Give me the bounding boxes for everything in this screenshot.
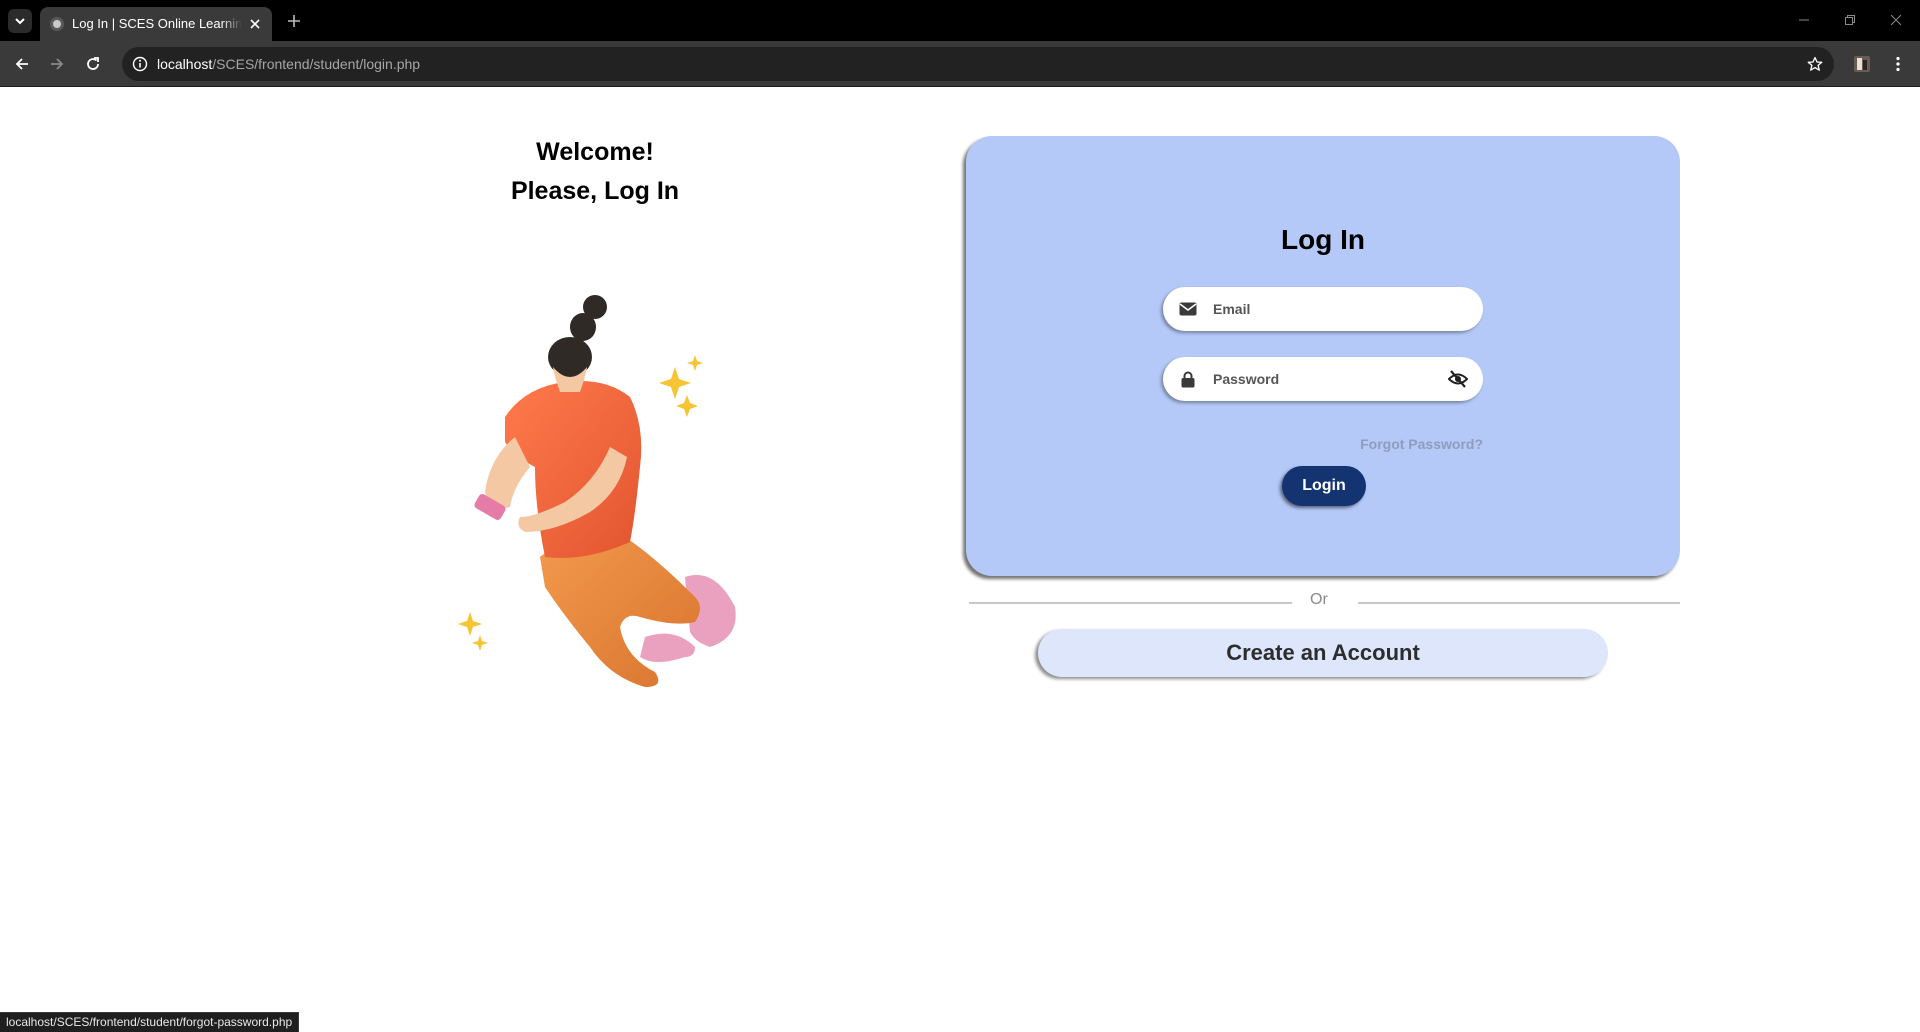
plus-icon — [288, 15, 300, 27]
minimize-icon — [1799, 19, 1809, 21]
arrow-left-icon — [15, 58, 28, 70]
envelope-icon — [1179, 300, 1197, 318]
browser-toolbar: localhost/SCES/frontend/student/login.ph… — [0, 41, 1920, 87]
window-close-button[interactable] — [1882, 8, 1910, 32]
link-status-bar: localhost/SCES/frontend/student/forgot-p… — [0, 1012, 300, 1032]
minimize-button[interactable] — [1790, 8, 1818, 32]
welcome-line-2: Please, Log In — [510, 177, 680, 205]
chevron-down-icon — [15, 18, 25, 25]
new-tab-button[interactable] — [282, 9, 306, 33]
login-card: Log In Forgot Password? Login — [966, 136, 1680, 576]
url-path: /SCES/frontend/student/login.php — [212, 56, 421, 72]
email-field[interactable] — [1163, 287, 1483, 331]
url-host: localhost — [157, 56, 213, 72]
divider-line-left — [969, 602, 1292, 604]
girl-with-phone-illustration — [458, 295, 736, 687]
login-card-title: Log In — [1281, 224, 1365, 255]
reload-button[interactable] — [80, 51, 106, 77]
divider-or-text: Or — [1310, 591, 1328, 608]
welcome-line-1: Welcome! — [536, 138, 654, 166]
profile-icon — [1854, 56, 1870, 72]
welcome-heading: Welcome! Please, Log In — [470, 133, 720, 211]
restore-button[interactable] — [1836, 8, 1864, 32]
site-info-icon[interactable] — [130, 54, 150, 74]
login-button[interactable]: Login — [1282, 466, 1366, 506]
eye-slash-icon[interactable] — [1447, 368, 1469, 390]
tab-close-button[interactable] — [246, 15, 264, 33]
reload-icon — [87, 57, 99, 70]
arrow-right-icon — [51, 58, 64, 70]
url-text[interactable]: localhost/SCES/frontend/student/login.ph… — [157, 55, 420, 73]
forgot-password-link[interactable]: Forgot Password? — [1360, 436, 1483, 452]
browser-tab-active[interactable]: Log In | SCES Online Learning Portal — [40, 7, 272, 41]
password-input[interactable] — [1213, 357, 1443, 401]
password-field[interactable] — [1163, 357, 1483, 401]
site-favicon-icon — [50, 17, 64, 31]
address-bar[interactable]: localhost/SCES/frontend/student/login.ph… — [122, 47, 1834, 81]
create-account-button[interactable]: Create an Account — [1038, 629, 1608, 677]
divider-line-right — [1358, 602, 1680, 604]
back-button[interactable] — [9, 51, 35, 77]
email-input[interactable] — [1213, 287, 1443, 331]
more-vertical-icon — [1896, 56, 1900, 72]
close-icon — [250, 19, 260, 29]
login-page: Welcome! Please, Log In Log In Email For… — [0, 87, 1920, 1032]
restore-icon — [1845, 15, 1855, 25]
bookmark-star-icon[interactable] — [1804, 53, 1826, 75]
profile-avatar[interactable] — [1849, 51, 1875, 77]
browser-menu-button[interactable] — [1885, 51, 1911, 77]
browser-tabstrip: Log In | SCES Online Learning Portal — [0, 0, 1920, 41]
tab-search-button[interactable] — [8, 9, 32, 33]
lock-icon — [1179, 370, 1197, 388]
forward-button[interactable] — [44, 51, 70, 77]
tab-title: Log In | SCES Online Learning Portal — [72, 16, 242, 31]
close-icon — [1890, 14, 1902, 26]
